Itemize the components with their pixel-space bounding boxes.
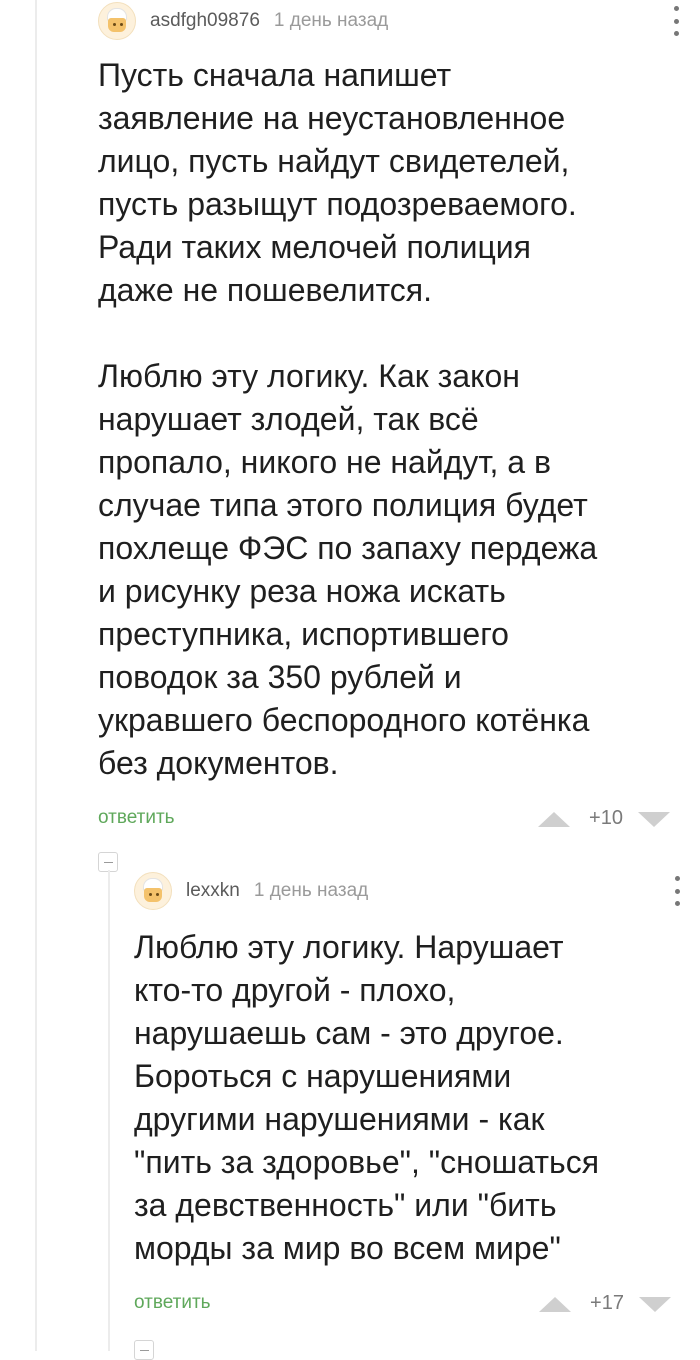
comment-text: Люблю эту логику. Нарушает кто-то другой… <box>134 929 600 1266</box>
eye-icon <box>113 23 116 26</box>
upvote-icon[interactable] <box>539 1297 571 1312</box>
face-icon <box>144 888 162 902</box>
upvote-icon[interactable] <box>538 812 570 827</box>
avatar[interactable] <box>134 872 172 910</box>
comment: asdfgh09876 1 день назад Пусть сначала н… <box>98 0 688 843</box>
reply-button[interactable]: ответить <box>134 1292 211 1314</box>
username[interactable]: lexxkn <box>186 880 240 902</box>
timestamp[interactable]: 1 день назад <box>274 10 388 32</box>
face-icon <box>108 18 126 32</box>
rating: +17 <box>590 1292 624 1314</box>
eye-icon <box>149 893 152 896</box>
rating: +10 <box>589 807 623 829</box>
comment: lexxkn 1 день назад Люблю эту логику. На… <box>134 870 689 1328</box>
downvote-icon[interactable] <box>638 812 670 827</box>
eye-icon <box>120 23 123 26</box>
avatar[interactable] <box>98 2 136 40</box>
comment-text: Пусть сначала напишет заявление на неуст… <box>98 57 598 781</box>
reply-branch-line <box>108 870 110 1351</box>
more-options-icon[interactable] <box>664 6 688 36</box>
collapse-thread-button[interactable] <box>98 852 118 872</box>
reply-button[interactable]: ответить <box>98 807 175 829</box>
comment-footer: ответить +10 <box>98 803 688 843</box>
thread-line <box>35 0 37 1351</box>
username[interactable]: asdfgh09876 <box>150 10 260 32</box>
comment-header: lexxkn 1 день назад <box>134 870 689 912</box>
more-options-icon[interactable] <box>665 876 689 906</box>
downvote-icon[interactable] <box>639 1297 671 1312</box>
comment-footer: ответить +17 <box>134 1288 689 1328</box>
comment-header: asdfgh09876 1 день назад <box>98 0 688 42</box>
eye-icon <box>156 893 159 896</box>
collapse-nested-thread-button[interactable] <box>134 1340 154 1360</box>
timestamp[interactable]: 1 день назад <box>254 880 368 902</box>
